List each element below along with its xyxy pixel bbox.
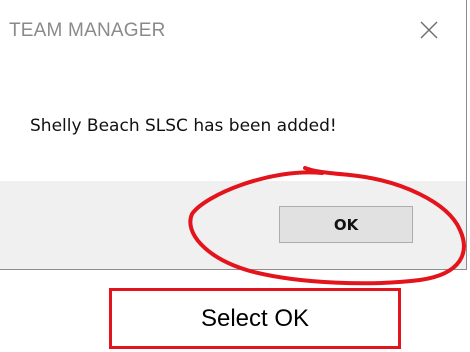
message-dialog: TEAM MANAGER Shelly Beach SLSC has been … [0, 0, 467, 270]
dialog-message: Shelly Beach SLSC has been added! [30, 116, 337, 136]
caption-text: Select OK [200, 304, 310, 332]
dialog-title: TEAM MANAGER [9, 20, 166, 41]
close-icon [420, 21, 438, 39]
dialog-titlebar: TEAM MANAGER [0, 0, 466, 66]
close-button[interactable] [413, 14, 445, 46]
ok-button[interactable]: OK [279, 206, 413, 243]
instruction-caption: Select OK [109, 288, 401, 349]
